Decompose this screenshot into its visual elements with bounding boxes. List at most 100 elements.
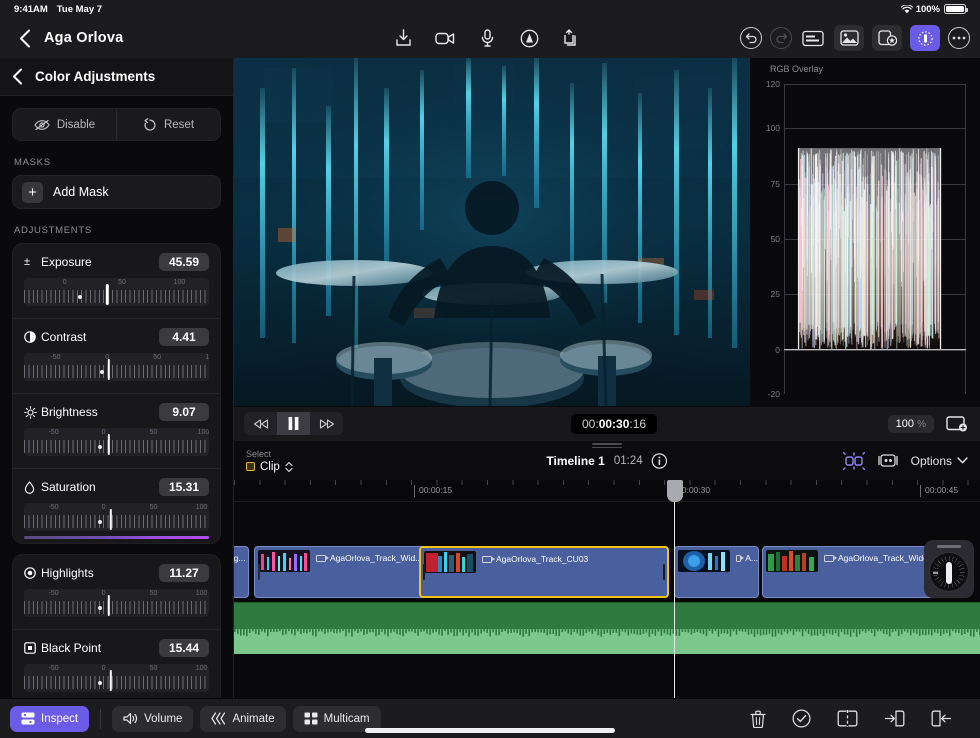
timeline-clip[interactable]: AgaOrlova_Track_WideO xyxy=(762,546,942,598)
record-voiceover-icon[interactable] xyxy=(474,25,500,51)
sidebar-back-icon[interactable] xyxy=(12,68,23,85)
timeline-clip[interactable]: AgaOrlova_Track_Wid... xyxy=(254,546,434,598)
timeline-panel[interactable]: 00:00:15 00:00:30 00:00:45 Ag... xyxy=(234,480,980,698)
timeline-clip-selected[interactable]: AgaOrlova_Track_CU03 xyxy=(419,546,669,598)
record-video-icon[interactable] xyxy=(432,25,458,51)
exposure-slider[interactable]: 0 50 100 xyxy=(24,278,209,312)
zoom-level[interactable]: 100 % xyxy=(888,415,934,433)
jog-wheel-dial[interactable] xyxy=(929,552,969,592)
video-clip-icon xyxy=(316,555,326,562)
sidebar-scroll: Disable Reset MASKS + Add Mask ADJUSTMEN… xyxy=(0,96,233,698)
share-export-icon[interactable] xyxy=(558,25,584,51)
adjustment-brightness[interactable]: Brightness 9.07 -50 0 50 100 xyxy=(13,393,220,468)
trim-end-icon[interactable] xyxy=(931,710,952,727)
reset-button[interactable]: Reset xyxy=(116,109,220,140)
timecode-suffix: :16 xyxy=(629,417,646,431)
add-mask-button[interactable]: + Add Mask xyxy=(12,175,221,209)
playhead-handle[interactable] xyxy=(667,480,683,502)
titles-icon[interactable] xyxy=(800,25,826,51)
preview-frame xyxy=(234,58,750,406)
color-scope-icon[interactable] xyxy=(910,25,940,51)
brightness-slider[interactable]: -50 0 50 100 xyxy=(24,428,209,462)
fast-forward-icon[interactable] xyxy=(310,412,343,435)
wifi-icon xyxy=(901,5,912,14)
scope-tick: -20 xyxy=(768,389,780,399)
info-circle-icon[interactable] xyxy=(652,453,668,469)
black-point-slider[interactable]: -50 0 50 100 xyxy=(24,664,209,698)
adjustment-value[interactable]: 4.41 xyxy=(159,328,209,346)
clip-label-group: A... xyxy=(736,553,758,563)
adjustment-contrast[interactable]: Contrast 4.41 -50 0 50 1 xyxy=(13,318,220,393)
redo-icon[interactable] xyxy=(770,27,792,49)
viewer-options-icon[interactable] xyxy=(944,411,970,437)
contrast-slider[interactable]: -50 0 50 1 xyxy=(24,353,209,387)
adjustment-group-2: Highlights 11.27 -50 0 50 100 xyxy=(12,554,221,698)
volume-button[interactable]: Volume xyxy=(112,706,193,732)
inspect-button[interactable]: Inspect xyxy=(10,706,89,732)
timeline-clip[interactable]: Ag... xyxy=(234,546,249,598)
delete-icon[interactable] xyxy=(750,710,766,728)
viewer-right-controls: 100 % xyxy=(888,411,970,437)
top-toolbar: Aga Orlova xyxy=(0,18,980,58)
import-media-icon[interactable] xyxy=(390,25,416,51)
animate-icon xyxy=(211,712,226,725)
reset-arrow-icon xyxy=(143,118,157,132)
pause-icon[interactable] xyxy=(277,412,310,435)
saturation-slider[interactable]: -50 0 50 100 xyxy=(24,503,209,537)
contrast-icon xyxy=(24,331,41,343)
bottom-left-tools: Inspect Volume Animate Multicam xyxy=(10,706,381,732)
more-options-icon[interactable] xyxy=(948,27,970,49)
playhead[interactable] xyxy=(674,502,675,698)
rewind-icon[interactable] xyxy=(244,412,277,435)
video-preview[interactable] xyxy=(234,58,750,406)
timecode-display[interactable]: 00:00:30:16 xyxy=(571,414,657,434)
adjustment-value[interactable]: 9.07 xyxy=(159,403,209,421)
magic-wand-icon[interactable] xyxy=(516,25,542,51)
home-indicator[interactable] xyxy=(365,728,615,733)
options-button[interactable]: Options xyxy=(911,454,968,468)
tick-label: 50 xyxy=(150,665,158,672)
video-editor-app: 9:41AM Tue May 7 100% Aga Orlova xyxy=(0,0,980,738)
adjustment-value[interactable]: 15.31 xyxy=(159,478,209,496)
rgb-overlay-scope[interactable]: RGB Overlay 120 100 75 50 25 0 -20 xyxy=(750,58,980,406)
adjustment-value[interactable]: 15.44 xyxy=(159,639,209,657)
audio-track[interactable] xyxy=(234,602,980,654)
timeline-ruler[interactable]: 00:00:15 00:00:30 00:00:45 xyxy=(234,480,980,502)
tick-label: 1 xyxy=(205,354,209,361)
adjustment-black-point[interactable]: Black Point 15.44 -50 0 50 100 xyxy=(13,629,220,698)
scope-title: RGB Overlay xyxy=(770,64,972,74)
adjustment-value[interactable]: 45.59 xyxy=(159,253,209,271)
disable-reset-segmented: Disable Reset xyxy=(12,108,221,141)
transition-icon[interactable] xyxy=(843,452,865,470)
panel-grabber[interactable] xyxy=(592,443,622,450)
highlights-slider[interactable]: -50 0 50 100 xyxy=(24,589,209,623)
jog-wheel-control[interactable] xyxy=(924,540,974,598)
undo-icon[interactable] xyxy=(740,27,762,49)
clip-label-group: AgaOrlova_Track_CU03 xyxy=(482,554,588,564)
sidebar-title: Color Adjustments xyxy=(35,69,155,84)
adjustment-value[interactable]: 11.27 xyxy=(159,564,209,582)
select-mode-control[interactable]: Select Clip xyxy=(246,449,293,473)
timeline-clip[interactable]: A... xyxy=(674,546,759,598)
back-button[interactable] xyxy=(10,23,40,53)
clip-thumbnail xyxy=(424,551,476,573)
transport-bar: 00:00:30:16 100 % xyxy=(234,406,980,440)
storyboard-icon[interactable] xyxy=(877,452,899,469)
animate-button[interactable]: Animate xyxy=(200,706,285,732)
adjustment-highlights[interactable]: Highlights 11.27 -50 0 50 100 xyxy=(13,555,220,629)
photos-library-icon[interactable] xyxy=(834,25,864,51)
trim-start-icon[interactable] xyxy=(884,710,905,727)
video-clip-icon xyxy=(736,555,741,562)
tick-label: 0 xyxy=(102,429,106,436)
effects-icon[interactable] xyxy=(872,25,902,51)
disable-button[interactable]: Disable xyxy=(13,109,116,140)
clip-label-group: AgaOrlova_Track_Wid... xyxy=(316,553,422,563)
approve-check-icon[interactable] xyxy=(792,709,811,728)
tick-label: 100 xyxy=(196,504,208,511)
adjustment-exposure[interactable]: ± Exposure 45.59 0 50 100 xyxy=(13,244,220,318)
split-clip-icon[interactable] xyxy=(837,710,858,727)
bottom-right-tools xyxy=(750,709,970,728)
adjustment-saturation[interactable]: Saturation 15.31 -50 0 50 100 xyxy=(13,468,220,543)
scope-tick: 100 xyxy=(766,123,780,133)
brightness-icon xyxy=(24,406,41,419)
